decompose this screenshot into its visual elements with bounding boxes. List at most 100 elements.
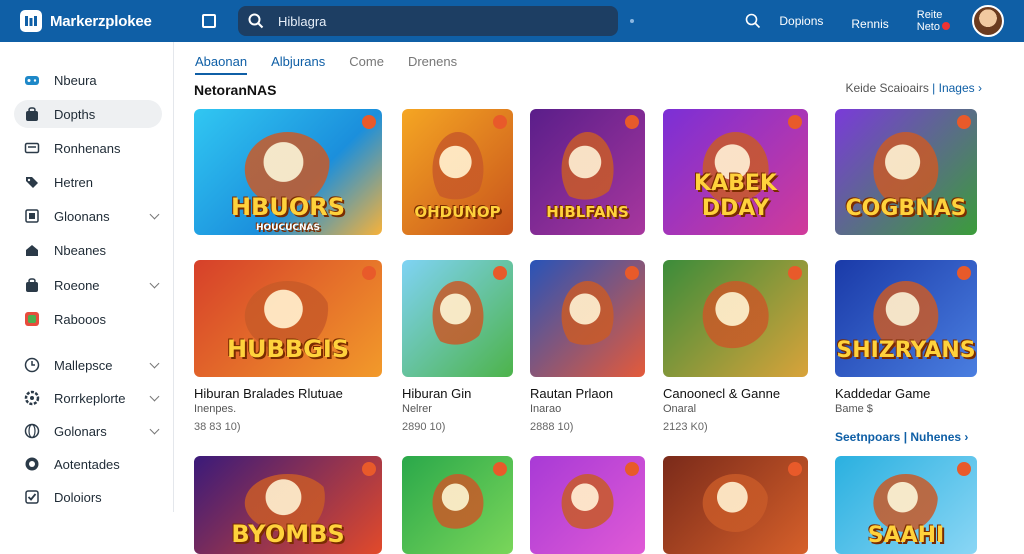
bag-icon [24, 106, 40, 122]
favorite-badge-icon[interactable] [957, 115, 971, 129]
game-title-art: HIBLFANS [546, 203, 629, 221]
header-link-rennis[interactable]: Rennis [851, 17, 888, 31]
game-title-art: COGBNAS [845, 196, 967, 221]
favorite-badge-icon[interactable] [957, 266, 971, 280]
game-character-image [431, 131, 484, 208]
chat-icon [24, 456, 40, 472]
game-publisher: Bame $ [835, 403, 873, 415]
sidebar-item-nbeanes[interactable]: Nbeanes [14, 236, 162, 264]
game-title[interactable]: Kaddedar Game [835, 386, 930, 401]
header-link-dopions[interactable]: Dopions [779, 14, 823, 28]
sidebar-item-roeone[interactable]: Roeone [14, 271, 162, 299]
sidebar-item-nbeura[interactable]: Nbeura [14, 66, 162, 94]
game-card[interactable]: COGBNAS [835, 109, 977, 235]
game-card[interactable] [530, 456, 645, 554]
header-label-top: Reite [916, 9, 943, 21]
game-title-art: HBUORS [230, 193, 346, 221]
game-title-art: BYOMBS [231, 520, 345, 548]
search-icon[interactable] [745, 13, 761, 29]
game-title[interactable]: Rautan Prlaon [530, 386, 613, 401]
main-content: Abaonan Albjurans Come Drenens NetoranNA… [175, 42, 1024, 554]
globe-icon [24, 423, 40, 439]
favorite-badge-icon[interactable] [362, 462, 376, 476]
favorite-badge-icon[interactable] [362, 266, 376, 280]
game-card[interactable]: KABEK DDAY [663, 109, 808, 235]
see-all-link[interactable]: Keide Scaioairs | Inages › [845, 81, 982, 95]
section-title: NetoranNAS [194, 82, 277, 98]
chevron-down-icon[interactable] [149, 278, 160, 289]
sidebar-item-aotentades[interactable]: Aotentades [14, 450, 162, 478]
chevron-down-icon[interactable] [149, 391, 160, 402]
game-character-image [702, 473, 769, 533]
favorite-badge-icon[interactable] [625, 115, 639, 129]
window-toggle-icon[interactable] [202, 14, 216, 28]
favorite-badge-icon[interactable] [493, 115, 507, 129]
row2-link-text: Seetnpoars [835, 430, 901, 444]
sidebar-item-gloonans[interactable]: Gloonans [14, 202, 162, 230]
game-card[interactable]: HUBBGIS [194, 260, 382, 377]
game-character-image [561, 281, 614, 352]
game-card[interactable] [530, 260, 645, 377]
favorite-badge-icon[interactable] [625, 462, 639, 476]
favorite-badge-icon[interactable] [957, 462, 971, 476]
sidebar-item-rabooos[interactable]: Rabooos [14, 305, 162, 333]
home-icon [24, 242, 40, 258]
sidebar-item-ronhenans[interactable]: Ronhenans [14, 134, 162, 162]
tab-albjurans[interactable]: Albjurans [271, 54, 325, 75]
game-card[interactable] [402, 260, 513, 377]
header-user-menu[interactable]: Reite Neto [917, 9, 950, 33]
sidebar-item-golonars[interactable]: Golonars [14, 417, 162, 445]
sidebar-item-label: Nbeura [54, 72, 97, 88]
check-icon [24, 489, 40, 505]
favorite-badge-icon[interactable] [788, 115, 802, 129]
game-card[interactable]: BYOMBS [194, 456, 382, 554]
game-title[interactable]: Hiburan Bralades Rlutuae [194, 386, 343, 401]
header-label-bottom: Neto [916, 21, 940, 33]
sidebar-item-label: Doloiors [54, 489, 102, 505]
tab-abaonan[interactable]: Abaonan [195, 54, 248, 75]
search-bar[interactable]: Hiblagra [238, 6, 618, 36]
chevron-down-icon[interactable] [149, 358, 160, 369]
row2-see-all-link[interactable]: Seetnpoars | Nuhenes › [835, 430, 968, 444]
see-all-images[interactable]: Inages [939, 81, 975, 95]
game-card[interactable] [663, 456, 808, 554]
sidebar-item-label: Roeone [54, 277, 100, 293]
tab-drenens[interactable]: Drenens [408, 54, 457, 75]
row2-link-target[interactable]: Nuhenes [910, 430, 961, 444]
sidebar-item-label: Golonars [54, 423, 107, 439]
sidebar-item-hetren[interactable]: Hetren [14, 168, 162, 196]
favorite-badge-icon[interactable] [788, 266, 802, 280]
sidebar-item-mallepsce[interactable]: Mallepsce [14, 351, 162, 379]
game-title-art: SHIZRYANS [836, 338, 976, 363]
favorite-badge-icon[interactable] [625, 266, 639, 280]
chevron-down-icon[interactable] [149, 209, 160, 220]
game-title[interactable]: Hiburan Gin [402, 386, 471, 401]
favorite-badge-icon[interactable] [362, 115, 376, 129]
sidebar-item-dopths[interactable]: Dopths [14, 100, 162, 128]
game-card[interactable] [402, 456, 513, 554]
game-card[interactable]: HBUORS HOUCUCNAS [194, 109, 382, 235]
gamepad-icon [24, 72, 40, 88]
favorite-badge-icon[interactable] [493, 462, 507, 476]
favorite-badge-icon[interactable] [788, 462, 802, 476]
avatar[interactable] [972, 5, 1004, 37]
favorite-badge-icon[interactable] [493, 266, 507, 280]
sidebar-item-doloiors[interactable]: Doloiors [14, 483, 162, 511]
game-card[interactable]: HIBLFANS [530, 109, 645, 235]
sidebar-item-label: Rabooos [54, 311, 107, 327]
game-card[interactable] [663, 260, 808, 377]
game-card[interactable]: OHDUNOP [402, 109, 513, 235]
game-character-image [561, 473, 614, 533]
chevron-down-icon[interactable] [149, 424, 160, 435]
settings-icon [24, 390, 40, 406]
game-card[interactable]: SAAHI [835, 456, 977, 554]
app-logo[interactable]: Markerzplokee [20, 10, 180, 32]
game-character-image [702, 281, 769, 352]
game-title[interactable]: Canoonecl & Ganne [663, 386, 780, 401]
game-card[interactable]: SHIZRYANS [835, 260, 977, 377]
game-publisher: Inarao [530, 403, 562, 415]
sidebar-item-rorrkeplorte[interactable]: Rorrkeplorte [14, 384, 162, 412]
search-input[interactable]: Hiblagra [278, 14, 326, 29]
logo-icon [20, 10, 42, 32]
tab-come[interactable]: Come [349, 54, 384, 75]
